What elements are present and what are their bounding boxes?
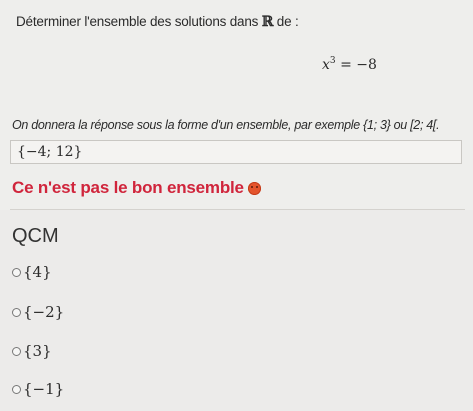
feedback-message: Ce n'est pas le bon ensemble: [12, 178, 261, 198]
equation-rest: = −8: [340, 57, 377, 73]
equation: x3 = −8: [322, 56, 377, 73]
qcm-option-3[interactable]: {3}: [12, 342, 52, 360]
equation-exponent: 3: [329, 56, 336, 66]
radio-button[interactable]: [12, 384, 21, 394]
radio-button[interactable]: [12, 267, 21, 277]
question-prompt: Déterminer l'ensemble des solutions dans…: [16, 14, 299, 30]
prompt-suffix: de :: [276, 14, 299, 29]
answer-value: {−4; 12}: [17, 144, 83, 160]
qcm-title: QCM: [12, 225, 59, 247]
qcm-option-2[interactable]: {−2}: [12, 303, 64, 321]
qcm-option-1[interactable]: {4}: [12, 263, 52, 281]
sad-face-icon: [247, 181, 261, 195]
feedback-text: Ce n'est pas le bon ensemble: [12, 178, 244, 197]
option-label: {4}: [23, 263, 52, 281]
radio-button[interactable]: [12, 346, 21, 356]
question-block: Déterminer l'ensemble des solutions dans…: [0, 0, 473, 210]
option-label: {−1}: [23, 380, 65, 398]
answer-format-hint: On donnera la réponse sous la forme d'un…: [12, 118, 440, 132]
qcm-option-4[interactable]: {−1}: [12, 380, 64, 398]
option-label: {−2}: [23, 303, 65, 321]
answer-input[interactable]: {−4; 12}: [10, 140, 462, 164]
option-label: {3}: [23, 342, 52, 360]
radio-button[interactable]: [12, 307, 21, 317]
prompt-text: Déterminer l'ensemble des solutions dans: [16, 14, 259, 29]
equation-base: x: [322, 57, 330, 73]
exercise-page: Déterminer l'ensemble des solutions dans…: [0, 0, 473, 411]
section-divider: [10, 209, 465, 210]
real-numbers-symbol: ℝ: [261, 14, 274, 30]
